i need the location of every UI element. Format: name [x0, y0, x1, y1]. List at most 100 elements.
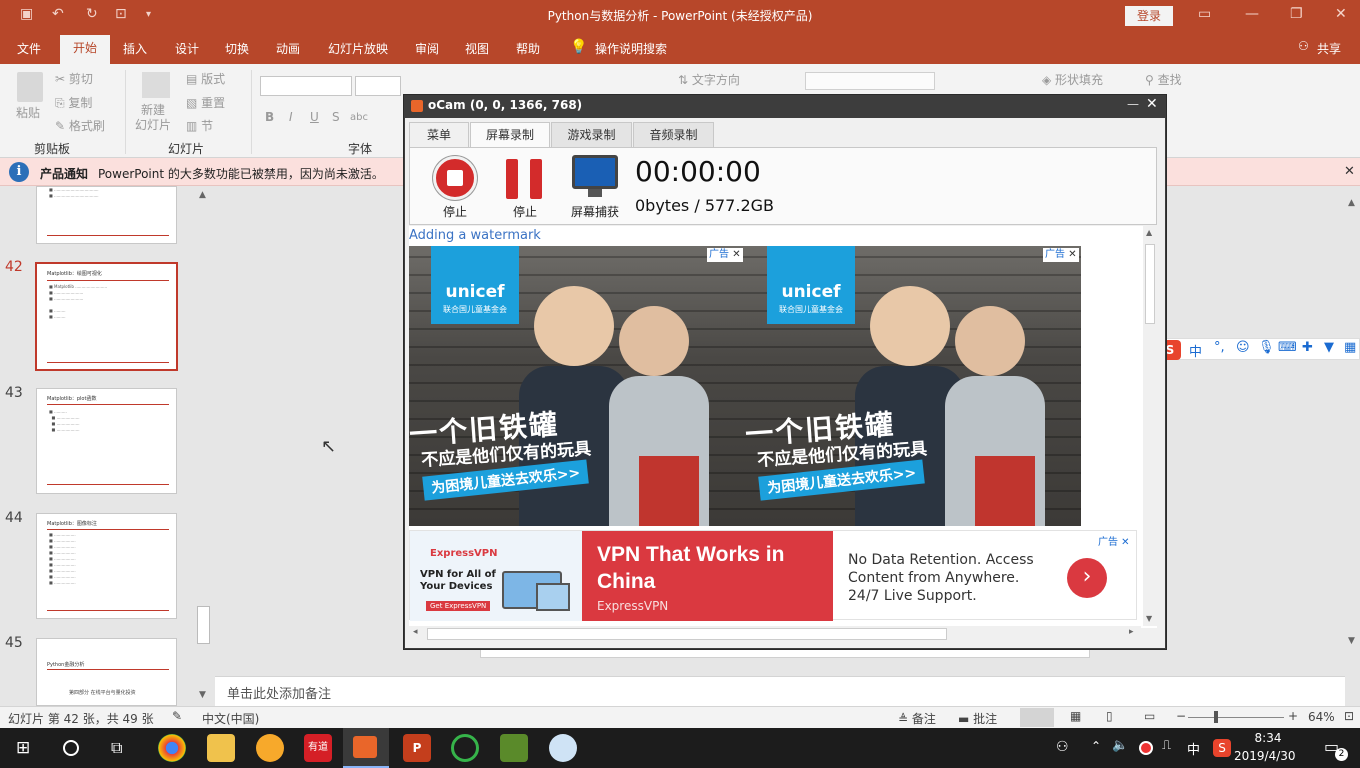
tools-icon[interactable]: ✚	[1302, 340, 1313, 355]
punctuation-icon[interactable]: °,	[1214, 340, 1225, 355]
screen-capture-icon[interactable]	[572, 155, 618, 189]
italic-icon[interactable]: I	[289, 110, 293, 124]
slide-thumbnail[interactable]: Matplotlib：plot函数 ■ .......... ■ .......…	[36, 388, 177, 494]
slide-thumbnail[interactable]: ■ ................................... ■ …	[36, 186, 177, 244]
voice-icon[interactable]: 🎙	[1258, 340, 1275, 355]
powerpoint-icon[interactable]: P	[403, 734, 431, 762]
tray-expand-icon[interactable]: ⌃	[1091, 739, 1101, 753]
network-icon[interactable]: ⎍	[1162, 738, 1171, 753]
close-notice-icon[interactable]: ✕	[1344, 164, 1355, 179]
bold-icon[interactable]: B	[265, 110, 274, 124]
find-button[interactable]: 查找	[1158, 73, 1182, 87]
reading-view-icon[interactable]: ▯	[1106, 709, 1113, 723]
chrome-icon[interactable]	[158, 734, 186, 762]
tab-design[interactable]: 设计	[175, 40, 199, 57]
format-painter-button[interactable]: 格式刷	[69, 119, 105, 133]
avatar-app-icon[interactable]	[549, 734, 577, 762]
section-button[interactable]: 节	[201, 119, 213, 133]
ocam-tab-menu[interactable]: 菜单	[409, 122, 469, 148]
paste-icon[interactable]	[17, 72, 43, 102]
vpn-ad[interactable]: ExpressVPN VPN for All of Your Devices G…	[409, 530, 1137, 621]
tab-transitions[interactable]: 切换	[225, 40, 249, 57]
screen-capture-label[interactable]: 屏幕捕获	[571, 203, 619, 220]
normal-view-icon[interactable]	[1020, 708, 1054, 727]
font-name-box[interactable]	[260, 76, 352, 96]
ad-label[interactable]: 广告 ✕	[1098, 533, 1130, 548]
watermark-link[interactable]: Adding a watermark	[409, 228, 541, 243]
chevron-right-icon[interactable]: ›	[1067, 558, 1107, 598]
slide-thumbnail-selected[interactable]: Matplotlib：绘图可视化 ■ Matplotlib ..........…	[35, 262, 178, 371]
stop-record-icon[interactable]	[433, 156, 477, 200]
stop-button-label[interactable]: 停止	[443, 203, 467, 220]
vpn-headline-box[interactable]: VPN That Works in China ExpressVPN	[582, 531, 833, 621]
task-view-icon[interactable]: ⧉	[111, 738, 122, 758]
keyboard-icon[interactable]: ⌨	[1278, 340, 1297, 355]
ad-label[interactable]: 广告 ✕	[1043, 248, 1079, 262]
spacing-icon[interactable]: abc	[350, 112, 368, 123]
font-size-box[interactable]	[355, 76, 401, 96]
zoom-out-icon[interactable]: −	[1176, 709, 1186, 723]
new-slide-button[interactable]: 新建 幻灯片	[135, 103, 171, 133]
slideshow-view-icon[interactable]: ▭	[1144, 709, 1155, 723]
vpn-headline[interactable]: VPN That Works in China	[597, 541, 822, 595]
shape-gallery[interactable]	[805, 72, 935, 90]
thumbnails-scrollbar[interactable]: ▲ ▼	[196, 186, 212, 706]
unicef-ad[interactable]: unicef 联合国儿童基金会 广告 ✕ 一个旧铁罐 不应是他们仅有的玩具 为困…	[409, 246, 745, 526]
ocam-close-icon[interactable]: ✕	[1146, 96, 1158, 112]
unicef-ad[interactable]: unicef 联合国儿童基金会 广告 ✕ 一个旧铁罐 不应是他们仅有的玩具 为困…	[745, 246, 1081, 526]
clock-date[interactable]: 2019/4/30	[1234, 749, 1296, 763]
pause-button-label[interactable]: 停止	[513, 203, 537, 220]
minimize-icon[interactable]: —	[1245, 6, 1259, 22]
app-ring-icon[interactable]	[451, 734, 479, 762]
people-icon[interactable]: ⚇	[1056, 739, 1069, 755]
text-direction-button[interactable]: 文字方向	[692, 73, 740, 87]
sogou-tray-icon[interactable]: S	[1213, 739, 1231, 757]
tab-slideshow[interactable]: 幻灯片放映	[328, 40, 388, 57]
cut-button[interactable]: 剪切	[69, 72, 93, 86]
pause-icon[interactable]	[506, 159, 518, 199]
slide-thumbnail[interactable]: Python金融分析 第四部分 在线平台与量化投资	[36, 638, 177, 706]
ocam-minimize-icon[interactable]: —	[1127, 97, 1139, 111]
chart-app-icon[interactable]	[500, 734, 528, 762]
paste-button[interactable]: 粘贴	[16, 104, 40, 121]
grid-icon[interactable]: ▦	[1344, 340, 1356, 355]
tab-animations[interactable]: 动画	[276, 40, 300, 57]
browser-hscroll[interactable]: ◂ ▸	[409, 626, 1141, 642]
zoom-slider[interactable]	[1188, 717, 1284, 718]
language-status[interactable]: 中文(中国)	[202, 710, 259, 727]
browser-vscroll[interactable]: ▲ ▼	[1143, 226, 1157, 626]
notes-pane[interactable]: 单击此处添加备注	[215, 676, 1360, 706]
edit-scrollbar[interactable]: ▲ ▼	[1345, 186, 1360, 706]
maximize-icon[interactable]: ❐	[1290, 6, 1303, 22]
underline-icon[interactable]: U	[310, 110, 319, 124]
tab-view[interactable]: 视图	[465, 40, 489, 57]
tab-insert[interactable]: 插入	[123, 40, 147, 57]
record-tray-icon[interactable]	[1139, 741, 1153, 755]
close-icon[interactable]: ✕	[1335, 6, 1347, 22]
youdao-icon[interactable]: 有道	[304, 734, 332, 762]
tab-review[interactable]: 审阅	[415, 40, 439, 57]
file-explorer-icon[interactable]	[207, 734, 235, 762]
shape-fill-button[interactable]: 形状填充	[1055, 73, 1103, 87]
ocam-tab-audio-record[interactable]: 音频录制	[633, 122, 714, 148]
ribbon-display-icon[interactable]: ▭	[1198, 6, 1211, 22]
proofing-icon[interactable]: ✎	[172, 709, 182, 723]
tab-file[interactable]: 文件	[17, 40, 41, 57]
zoom-slider-thumb[interactable]	[1214, 711, 1218, 723]
strike-icon[interactable]: S	[332, 110, 340, 124]
windows-start-icon[interactable]: ⊞	[16, 738, 30, 758]
fit-slide-icon[interactable]: ⊡	[1344, 709, 1354, 723]
ocam-taskbar-item[interactable]	[343, 728, 389, 768]
slide-sorter-icon[interactable]: ▦	[1070, 709, 1081, 723]
copy-button[interactable]: 复制	[68, 96, 92, 110]
ocam-tab-screen-record[interactable]: 屏幕录制	[470, 122, 550, 148]
layout-button[interactable]: 版式	[201, 72, 225, 86]
volume-icon[interactable]: 🔈	[1112, 738, 1128, 753]
login-button[interactable]: 登录	[1125, 6, 1173, 26]
notes-button[interactable]: 备注	[912, 712, 936, 726]
emoji-icon[interactable]: ☺	[1236, 340, 1250, 355]
search-icon[interactable]	[63, 740, 79, 756]
new-slide-icon[interactable]	[142, 72, 170, 98]
slide-thumbnail[interactable]: Matplotlib：图像标注 ■ ................. ■ ..…	[36, 513, 177, 619]
zoom-level[interactable]: 64%	[1308, 710, 1335, 724]
